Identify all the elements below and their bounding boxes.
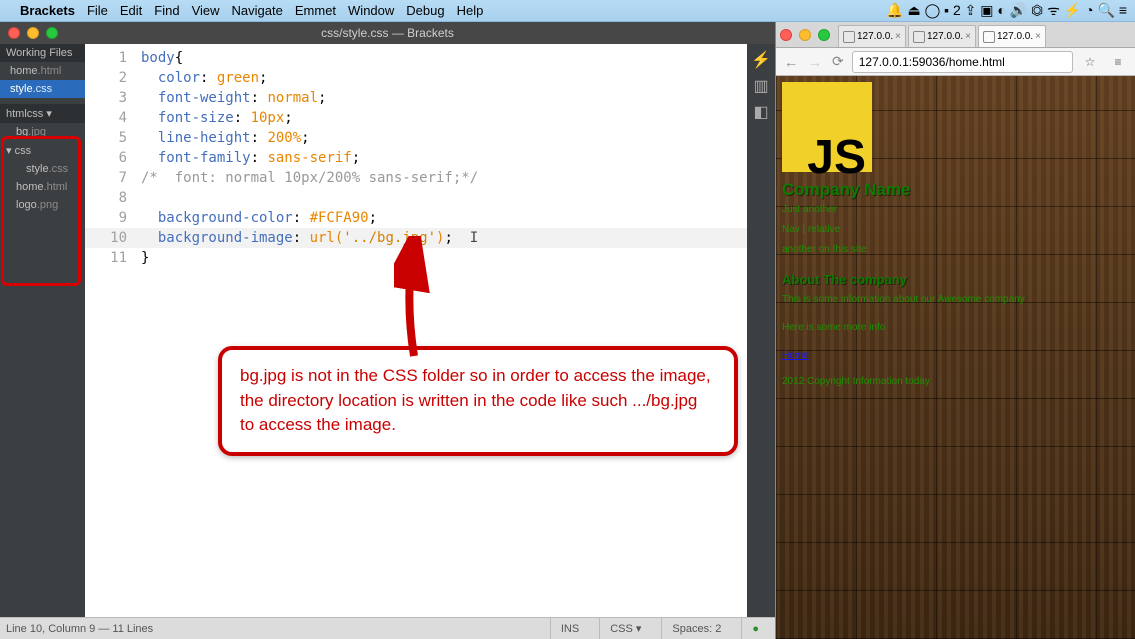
window-titlebar[interactable]: css/style.css — Brackets <box>0 22 775 44</box>
code-line-4[interactable]: 4 font-size: 10px; <box>85 108 747 128</box>
code-line-1[interactable]: 1body{ <box>85 48 747 68</box>
chrome-window: 127.0.0.×127.0.0.×127.0.0.× ← → ⟳ ☆ ≡ JS… <box>776 22 1135 639</box>
code-line-8[interactable]: 8 <box>85 188 747 208</box>
indent-mode[interactable]: Spaces: 2 <box>661 618 731 639</box>
status-bar: Line 10, Column 9 — 11 Lines INS CSS ▾ S… <box>0 617 775 639</box>
editor-area: 1body{2 color: green;3 font-weight: norm… <box>85 44 775 617</box>
tree-item-bg[interactable]: bg.jpg <box>0 123 85 141</box>
menu-file[interactable]: File <box>87 3 108 18</box>
browser-tab-2[interactable]: 127.0.0.× <box>978 25 1046 47</box>
zoom-icon[interactable] <box>46 27 58 39</box>
browser-tab-1[interactable]: 127.0.0.× <box>908 25 976 47</box>
menu-find[interactable]: Find <box>154 3 179 18</box>
live-preview-icon[interactable]: ⚡ <box>751 50 771 70</box>
working-files-header[interactable]: Working Files <box>0 44 85 62</box>
tree-item-logo[interactable]: logo.png <box>0 196 85 214</box>
code-editor[interactable]: 1body{2 color: green;3 font-weight: norm… <box>85 44 747 617</box>
menu-help[interactable]: Help <box>457 3 484 18</box>
working-file-style[interactable]: style.css <box>0 80 85 98</box>
annotation-callout: bg.jpg is not in the CSS folder so in or… <box>218 346 738 456</box>
browser-tab-bar: 127.0.0.×127.0.0.×127.0.0.× <box>776 22 1135 48</box>
tab-close-icon[interactable]: × <box>895 31 901 42</box>
code-line-6[interactable]: 6 font-family: sans-serif; <box>85 148 747 168</box>
menubar-status-icons: 🔔 ⏏ ◯ ▪ 2 ⇪ ▣ ◐ 🔊 ⏣ ᯤ ⚡ ◔ 🔍 ≡ <box>886 1 1127 20</box>
sidebar: Working Files home.htmlstyle.css htmlcss… <box>0 44 85 617</box>
code-line-7[interactable]: 7/* font: normal 10px/200% sans-serif;*/ <box>85 168 747 188</box>
app-name[interactable]: Brackets <box>20 3 75 18</box>
menu-window[interactable]: Window <box>348 3 394 18</box>
cursor-position[interactable]: Line 10, Column 9 — 11 Lines <box>6 623 153 635</box>
browser-viewport: JS Company Name Just another Nav | relat… <box>776 76 1135 639</box>
page-about-heading: About The company <box>782 270 1129 290</box>
favicon-icon <box>843 31 855 43</box>
tab-close-icon[interactable]: × <box>1035 31 1041 42</box>
bookmark-icon[interactable]: ☆ <box>1079 55 1101 69</box>
browser-minimize-icon[interactable] <box>799 29 811 41</box>
window-title: css/style.css — Brackets <box>321 26 454 40</box>
favicon-icon <box>983 31 995 43</box>
language-mode[interactable]: CSS ▾ <box>599 618 651 639</box>
menu-icon[interactable]: ≡ <box>1107 55 1129 69</box>
page-nav2: Nav | relative <box>782 220 1129 240</box>
close-icon[interactable] <box>8 27 20 39</box>
plugin-icon[interactable]: ◧ <box>753 102 768 122</box>
tree-item-home[interactable]: home.html <box>0 178 85 196</box>
browser-zoom-icon[interactable] <box>818 29 830 41</box>
reload-icon[interactable]: ⟳ <box>830 53 846 70</box>
tree-item-css[interactable]: ▾ css <box>0 141 85 160</box>
browser-toolbar: ← → ⟳ ☆ ≡ <box>776 48 1135 76</box>
browser-close-icon[interactable] <box>780 29 792 41</box>
menu-navigate[interactable]: Navigate <box>232 3 283 18</box>
minimize-icon[interactable] <box>27 27 39 39</box>
page-more-info: Here is some more info <box>782 318 1129 338</box>
tab-close-icon[interactable]: × <box>965 31 971 42</box>
code-line-5[interactable]: 5 line-height: 200%; <box>85 128 747 148</box>
page-nav1: Just another <box>782 200 1129 220</box>
insert-mode[interactable]: INS <box>550 618 589 639</box>
macos-menubar: Brackets File Edit Find View Navigate Em… <box>0 0 1135 22</box>
menu-emmet[interactable]: Emmet <box>295 3 336 18</box>
project-header[interactable]: htmlcss ▾ <box>0 104 85 123</box>
code-line-10[interactable]: 10 background-image: url('../bg.jpg'); I <box>85 228 747 248</box>
brackets-window: css/style.css — Brackets Working Files h… <box>0 22 776 639</box>
page-home-link[interactable]: Home <box>782 350 809 361</box>
extensions-icon[interactable]: ▥ <box>753 76 768 96</box>
code-line-3[interactable]: 3 font-weight: normal; <box>85 88 747 108</box>
annotation-text: bg.jpg is not in the CSS folder so in or… <box>240 366 711 434</box>
menu-view[interactable]: View <box>192 3 220 18</box>
back-icon[interactable]: ← <box>782 54 800 70</box>
tree-item-style[interactable]: style.css <box>0 160 85 178</box>
address-bar[interactable] <box>852 51 1073 73</box>
menu-edit[interactable]: Edit <box>120 3 142 18</box>
window-controls <box>8 27 58 39</box>
page-nav3: another on this site <box>782 240 1129 260</box>
right-toolbar: ⚡ ▥ ◧ <box>747 44 775 617</box>
working-file-home[interactable]: home.html <box>0 62 85 80</box>
browser-tab-0[interactable]: 127.0.0.× <box>838 25 906 47</box>
code-line-9[interactable]: 9 background-color: #FCFA90; <box>85 208 747 228</box>
forward-icon[interactable]: → <box>806 54 824 70</box>
status-ok-icon[interactable]: ● <box>741 618 769 639</box>
page-company-name: Company Name <box>782 180 1129 200</box>
menu-debug[interactable]: Debug <box>406 3 444 18</box>
favicon-icon <box>913 31 925 43</box>
js-logo: JS <box>782 82 872 172</box>
page-footer: 2012 Copyright Information today <box>782 372 1129 392</box>
code-line-2[interactable]: 2 color: green; <box>85 68 747 88</box>
page-about-text: This is some information about our Aweso… <box>782 290 1129 310</box>
code-line-11[interactable]: 11} <box>85 248 747 268</box>
